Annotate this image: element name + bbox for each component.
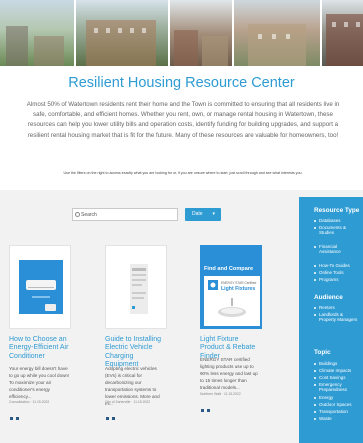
twitter-icon[interactable]	[16, 417, 19, 420]
sort-label: Date	[192, 211, 203, 217]
card-thumbnail-light-fixtures: Find and Compare ENERGY STAR Certified L…	[200, 245, 262, 329]
filter-renters[interactable]: Renters	[314, 305, 335, 310]
resource-card[interactable]: Find and Compare ENERGY STAR Certified L…	[200, 245, 262, 412]
facebook-icon[interactable]	[201, 409, 204, 412]
filter-how-to-guides[interactable]: How-To Guides	[314, 263, 350, 268]
hero-photo-street	[0, 0, 74, 66]
hero-photo-strip	[0, 0, 363, 66]
card-description: ENERGY STAR certified lighting products …	[200, 357, 258, 390]
filter-cost-savings[interactable]: Cost Savings	[314, 375, 346, 380]
filter-emergency-preparedness[interactable]: Emergency Preparedness	[314, 382, 359, 392]
filter-financial-assistance[interactable]: Financial Assistance	[314, 244, 359, 254]
thumb-panel: ENERGY STAR Certified Light Fixtures	[204, 276, 260, 326]
page-description: Almost 50% of Watertown residents rent t…	[26, 101, 340, 139]
filter-landlords-property-managers[interactable]: Landlords & Property Managers	[314, 312, 359, 322]
filter-buildings[interactable]: Buildings	[313, 361, 337, 366]
chevron-down-icon: ▾	[212, 211, 215, 217]
card-title[interactable]: How to Choose an Energy-Efficient Air Co…	[9, 336, 71, 361]
filter-documents-studies[interactable]: Documents & Studies	[314, 225, 359, 235]
filter-outdoor-spaces[interactable]: Outdoor Spaces	[314, 402, 352, 407]
card-meta: City of Zarterville · 11.15.2022	[105, 400, 151, 404]
intro-section: Resilient Housing Resource Center Almost…	[0, 66, 363, 190]
resource-card[interactable]: Guide to Installing Electric Vehicle Cha…	[105, 245, 167, 420]
filter-heading-audience: Audience	[314, 294, 343, 301]
filter-climate-impacts[interactable]: Climate Impacts	[313, 368, 351, 373]
share-icons[interactable]	[10, 407, 22, 420]
filter-databases[interactable]: Databases	[314, 218, 341, 223]
twitter-icon[interactable]	[207, 409, 210, 412]
filter-energy[interactable]: Energy	[313, 395, 333, 400]
filter-heading-resource-type: Resource Type	[314, 207, 360, 214]
hero-photo-brick-building	[322, 0, 363, 66]
search-icon	[75, 212, 80, 217]
thumb-heading: Find and Compare	[204, 266, 254, 272]
sort-dropdown[interactable]: Date ▾	[185, 208, 221, 221]
search-placeholder: Search	[81, 212, 97, 218]
filter-programs[interactable]: Programs	[314, 277, 339, 282]
filter-sidebar: Resource Type Databases Documents & Stud…	[299, 197, 363, 443]
share-icons[interactable]	[106, 407, 118, 420]
card-meta: Northern Watt · 11.15.2022	[200, 392, 241, 396]
page-title: Resilient Housing Resource Center	[68, 75, 295, 91]
card-thumbnail-ev-guide	[105, 245, 167, 329]
ceiling-light-icon	[218, 298, 246, 317]
filter-hint: Use the filters on the right to access e…	[63, 171, 303, 175]
thumb-big-text: Light Fixtures	[221, 286, 256, 292]
search-input[interactable]: Search	[72, 208, 178, 221]
filter-heading-topic: Topic	[314, 349, 331, 356]
filter-online-tools[interactable]: Online Tools	[314, 270, 344, 275]
hero-photo-courtyard	[76, 0, 168, 66]
facebook-icon[interactable]	[10, 417, 13, 420]
share-icons[interactable]	[201, 399, 213, 412]
facebook-icon[interactable]	[106, 417, 109, 420]
resource-card[interactable]: How to Choose an Energy-Efficient Air Co…	[9, 245, 71, 420]
filter-waste[interactable]: Waste	[314, 416, 332, 421]
hero-photo-house	[234, 0, 320, 66]
card-thumbnail-air-conditioner	[9, 245, 71, 329]
card-meta: Consolidation · 11.15.2022	[9, 400, 50, 404]
hero-photo-houses	[170, 0, 232, 66]
filter-transportation[interactable]: Transportation	[314, 409, 348, 414]
card-description: Your energy bill doesn't have to go up w…	[9, 366, 70, 399]
energy-star-icon	[208, 280, 218, 290]
twitter-icon[interactable]	[112, 417, 115, 420]
thumb-small-text: ENERGY STAR Certified	[221, 281, 257, 285]
